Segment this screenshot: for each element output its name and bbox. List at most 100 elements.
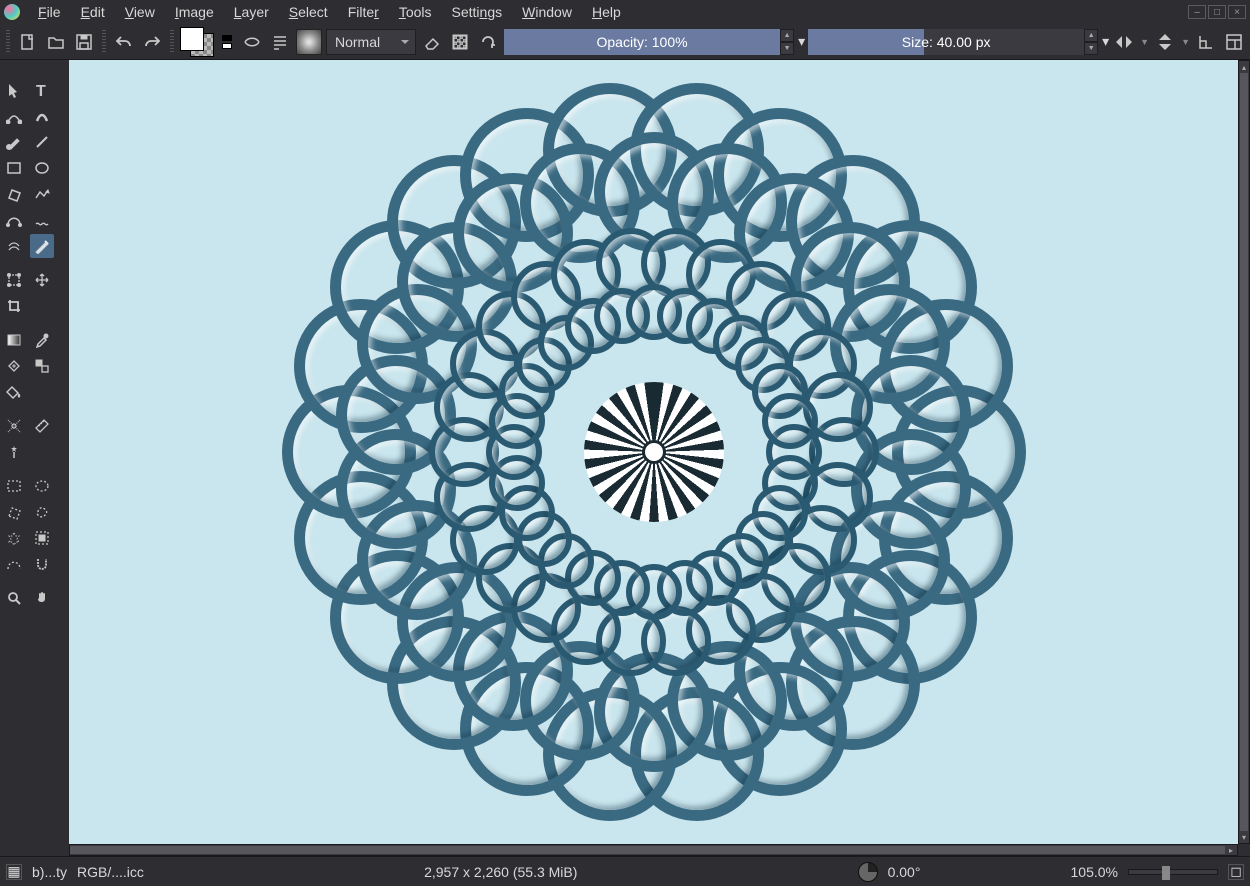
scroll-thumb[interactable] xyxy=(70,846,1237,854)
vertical-scrollbar[interactable]: ▴ ▾ xyxy=(1238,60,1250,844)
toolbox: T xyxy=(0,60,55,856)
freehand-brush-tool[interactable] xyxy=(2,130,26,154)
zoom-fit-icon[interactable]: ◻ xyxy=(1228,864,1244,880)
wrap-around-button[interactable] xyxy=(1194,30,1218,54)
menu-help[interactable]: Help xyxy=(582,2,631,22)
svg-text:T: T xyxy=(36,83,46,98)
menu-edit[interactable]: Edit xyxy=(71,2,115,22)
freehand-path-tool[interactable] xyxy=(30,208,54,232)
measure-tool[interactable] xyxy=(30,414,54,438)
menu-filter[interactable]: Filter xyxy=(338,2,389,22)
move-tool[interactable] xyxy=(30,268,54,292)
fill-tool[interactable] xyxy=(2,380,26,404)
menu-bar: File Edit View Image Layer Select Filter… xyxy=(0,0,1250,24)
dropdown-arrow-icon[interactable]: ▼ xyxy=(1140,37,1149,47)
bezier-select-tool[interactable] xyxy=(2,552,26,576)
menu-view[interactable]: View xyxy=(115,2,165,22)
smart-patch-tool[interactable] xyxy=(2,354,26,378)
status-filename: b)...ty xyxy=(32,864,67,880)
line-tool[interactable] xyxy=(30,130,54,154)
similar-select-tool[interactable] xyxy=(30,526,54,550)
window-controls: – □ × xyxy=(1188,5,1246,19)
scroll-right-icon[interactable]: ▸ xyxy=(1225,845,1237,855)
edit-shape-tool[interactable] xyxy=(2,104,26,128)
zoom-slider-knob[interactable] xyxy=(1162,866,1170,880)
pattern-button[interactable] xyxy=(240,30,264,54)
gradient-button[interactable] xyxy=(268,30,292,54)
poly-select-tool[interactable] xyxy=(2,500,26,524)
menu-layer[interactable]: Layer xyxy=(224,2,279,22)
magnetic-select-tool[interactable] xyxy=(30,552,54,576)
minimize-icon[interactable]: – xyxy=(1188,5,1206,19)
menu-settings[interactable]: Settings xyxy=(442,2,513,22)
menu-select[interactable]: Select xyxy=(279,2,338,22)
polyline-tool[interactable] xyxy=(30,182,54,206)
ellipse-tool[interactable] xyxy=(30,156,54,180)
calligraphy-tool[interactable] xyxy=(30,104,54,128)
crop-tool[interactable] xyxy=(2,294,26,318)
foreground-color-swatch[interactable] xyxy=(180,27,204,51)
mini-white-icon xyxy=(222,43,232,49)
canvas[interactable] xyxy=(69,60,1238,844)
opacity-spinner[interactable]: ▲▼ xyxy=(780,29,794,55)
dropdown-arrow-icon[interactable]: ▾ xyxy=(1102,33,1108,50)
transform-tool[interactable] xyxy=(2,268,26,292)
brush-size-slider[interactable]: Size: 40.00 px ▲▼ xyxy=(808,29,1098,55)
eraser-toggle[interactable] xyxy=(420,30,444,54)
blend-mode-select[interactable]: Normal xyxy=(326,29,416,55)
reload-preset-button[interactable] xyxy=(476,30,500,54)
redo-button[interactable] xyxy=(140,30,164,54)
pointer-tool[interactable] xyxy=(2,78,26,102)
scroll-up-icon[interactable]: ▴ xyxy=(1239,61,1249,73)
scroll-down-icon[interactable]: ▾ xyxy=(1239,831,1249,843)
rectangle-tool[interactable] xyxy=(2,156,26,180)
rect-select-tool[interactable] xyxy=(2,474,26,498)
close-icon[interactable]: × xyxy=(1228,5,1246,19)
zoom-tool[interactable] xyxy=(2,586,26,610)
rotation-dial[interactable] xyxy=(858,862,878,882)
horizontal-scrollbar[interactable]: ◂ ▸ xyxy=(69,844,1238,856)
mini-black-icon xyxy=(222,35,232,41)
reference-tool[interactable] xyxy=(2,440,26,464)
open-file-button[interactable] xyxy=(44,30,68,54)
undo-button[interactable] xyxy=(112,30,136,54)
contiguous-select-tool[interactable] xyxy=(2,526,26,550)
freehand-select-tool[interactable] xyxy=(30,500,54,524)
multibrush-tool[interactable] xyxy=(30,234,54,258)
bezier-tool[interactable] xyxy=(2,208,26,232)
mirror-vertical-button[interactable] xyxy=(1153,30,1177,54)
assistants-tool[interactable] xyxy=(2,414,26,438)
gradient-tool[interactable] xyxy=(2,328,26,352)
menu-image[interactable]: Image xyxy=(165,2,224,22)
colorize-mask-tool[interactable] xyxy=(30,354,54,378)
menu-tools[interactable]: Tools xyxy=(389,2,442,22)
menu-window[interactable]: Window xyxy=(512,2,582,22)
mirror-horizontal-button[interactable] xyxy=(1112,30,1136,54)
zoom-slider[interactable] xyxy=(1128,869,1218,875)
swap-reset-colors[interactable] xyxy=(218,35,236,49)
scroll-thumb[interactable] xyxy=(1240,73,1248,831)
opacity-slider[interactable]: Opacity: 100% ▲▼ xyxy=(504,29,794,55)
dropdown-arrow-icon[interactable]: ▼ xyxy=(1181,37,1190,47)
alpha-lock-toggle[interactable] xyxy=(448,30,472,54)
brush-preset-chooser[interactable] xyxy=(296,29,322,55)
pan-tool[interactable] xyxy=(30,586,54,610)
maximize-icon[interactable]: □ xyxy=(1208,5,1226,19)
toolbar-grip-icon[interactable] xyxy=(102,30,106,54)
toolbar-grip-icon[interactable] xyxy=(6,30,10,54)
status-zoom: 105.0% xyxy=(1071,864,1118,880)
color-sampler-tool[interactable] xyxy=(30,328,54,352)
ellipse-select-tool[interactable] xyxy=(30,474,54,498)
menu-file[interactable]: File xyxy=(28,2,71,22)
toolbar-grip-icon[interactable] xyxy=(170,30,174,54)
new-file-button[interactable] xyxy=(16,30,40,54)
size-spinner[interactable]: ▲▼ xyxy=(1084,29,1098,55)
dropdown-arrow-icon[interactable]: ▾ xyxy=(798,33,804,50)
color-swatches[interactable] xyxy=(180,27,214,57)
workspace-chooser-button[interactable] xyxy=(1222,30,1246,54)
save-file-button[interactable] xyxy=(72,30,96,54)
text-tool[interactable]: T xyxy=(30,78,54,102)
dynamic-brush-tool[interactable] xyxy=(2,234,26,258)
navigator-thumb-icon[interactable]: ▦ xyxy=(6,864,22,880)
polygon-tool[interactable] xyxy=(2,182,26,206)
